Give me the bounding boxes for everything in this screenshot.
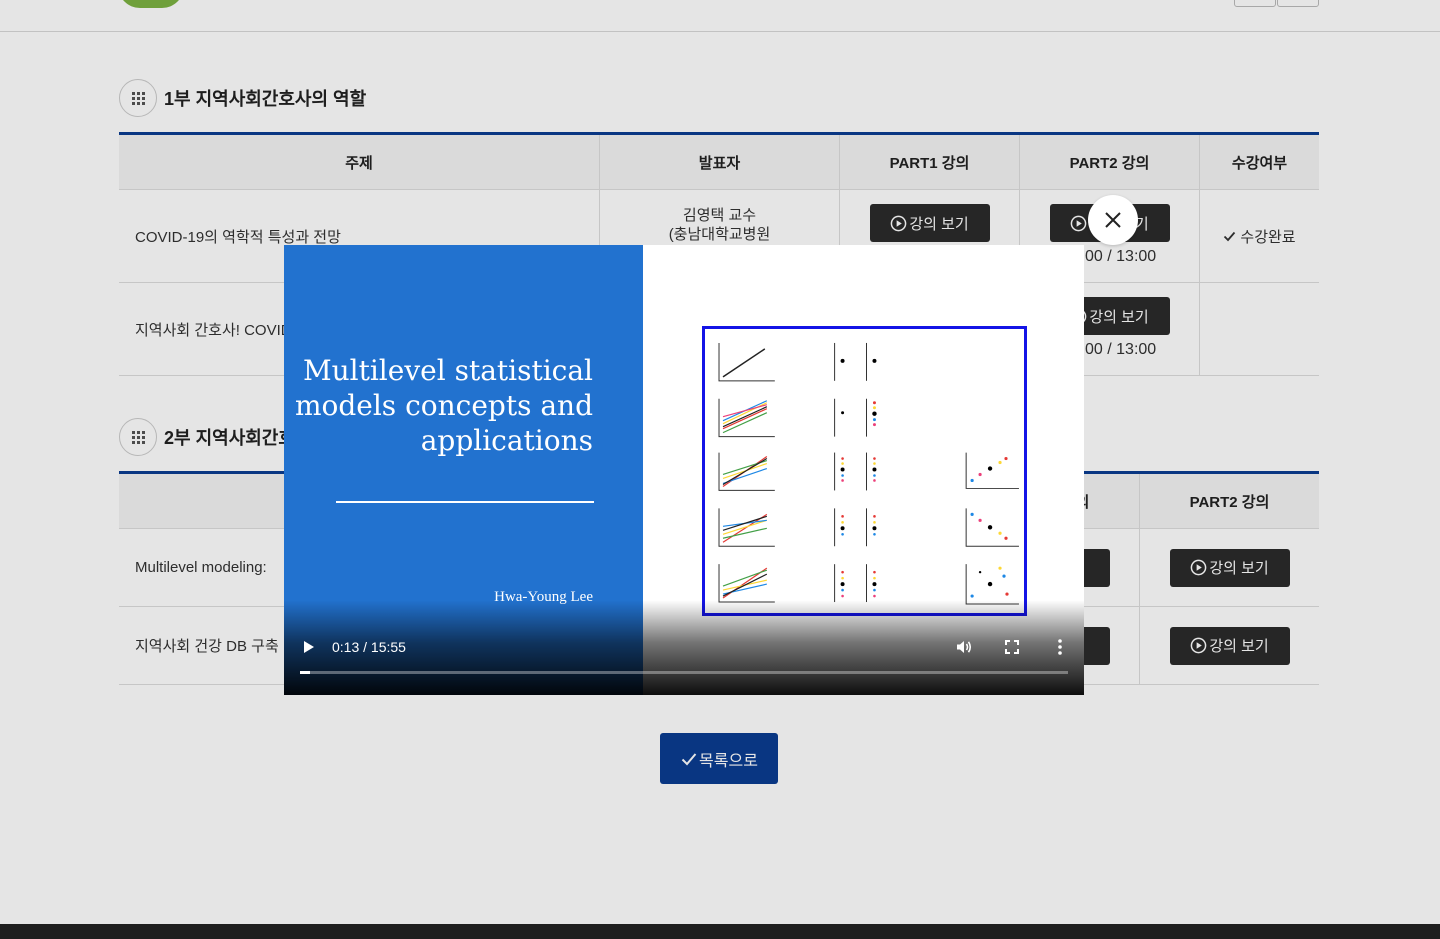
close-button[interactable] xyxy=(1088,195,1138,245)
more-vert-icon[interactable] xyxy=(1050,637,1070,657)
slide-divider xyxy=(336,501,594,503)
close-icon xyxy=(1105,212,1121,228)
video-player[interactable]: Multilevel statistical models concepts a… xyxy=(284,245,1084,695)
volume-icon[interactable] xyxy=(954,637,974,657)
progress-fill xyxy=(300,671,311,674)
progress-bar[interactable] xyxy=(300,671,1068,674)
slide-title: Multilevel statistical models concepts a… xyxy=(294,354,593,457)
multilevel-plots-figure xyxy=(718,342,1019,605)
play-icon[interactable] xyxy=(300,637,318,657)
video-time: 0:13 / 15:55 xyxy=(332,639,406,655)
slide-figure xyxy=(702,326,1027,616)
fullscreen-icon[interactable] xyxy=(1002,637,1022,657)
